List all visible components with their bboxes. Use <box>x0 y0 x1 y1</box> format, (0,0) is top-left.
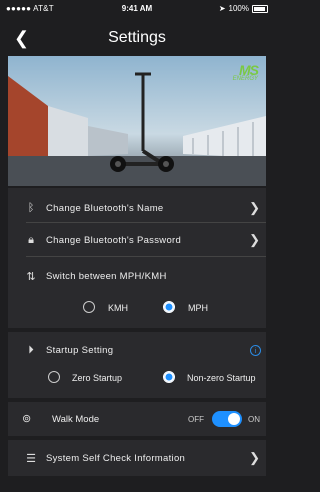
page-title: Settings <box>108 29 166 46</box>
bluetooth-section: ᛒ Change Bluetooth's Name ❯ 🔒︎ Change Bl… <box>8 188 266 328</box>
self-check-label: System Self Check Information <box>46 452 186 464</box>
walk-mode-section: ⊚ Walk Mode OFF ON <box>8 402 266 436</box>
radio-kmh[interactable] <box>83 301 95 313</box>
bluetooth-name-label: Change Bluetooth's Name <box>46 202 164 214</box>
chevron-right-icon: ❯ <box>249 200 260 215</box>
sliders-icon: ☰ <box>26 452 36 465</box>
info-icon[interactable]: i <box>250 345 261 356</box>
status-right: ➤ 100% <box>219 4 268 13</box>
radio-mph[interactable] <box>163 301 175 313</box>
brand-logo: MS ENERGY <box>232 62 259 82</box>
divider <box>26 222 266 223</box>
radio-nonzero-startup[interactable] <box>163 371 175 383</box>
nav-bar: ❮ Settings <box>0 22 274 56</box>
row-self-check[interactable]: ☰ System Self Check Information ❯ <box>8 448 266 468</box>
row-switch-units: ⇅ Switch between MPH/KMH <box>8 266 266 286</box>
switch-units-label: Switch between MPH/KMH <box>46 270 167 282</box>
kmh-label: KMH <box>108 303 128 313</box>
hero-image: MS ENERGY <box>8 56 266 186</box>
play-circle-icon: ⏵ <box>28 343 34 356</box>
status-bar: ●●●●● AT&T 9:41 AM ➤ 100% <box>0 0 274 18</box>
scooter-illustration <box>8 56 266 186</box>
walk-mode-label: Walk Mode <box>52 414 100 425</box>
battery-percent: 100% <box>228 4 249 13</box>
row-bluetooth-password[interactable]: 🔒︎ Change Bluetooth's Password ❯ <box>8 230 266 250</box>
startup-section: ⏵ Startup Setting i Zero Startup Non-zer… <box>8 332 266 398</box>
chevron-right-icon: ❯ <box>249 450 260 465</box>
divider <box>26 256 266 257</box>
swap-arrows-icon: ⇅ <box>26 270 36 283</box>
row-startup-setting: ⏵ Startup Setting <box>8 340 266 360</box>
zero-startup-label: Zero Startup <box>72 373 123 383</box>
bluetooth-icon: ᛒ <box>27 202 35 214</box>
chevron-right-icon: ❯ <box>249 232 260 247</box>
mph-label: MPH <box>188 303 208 313</box>
row-bluetooth-name[interactable]: ᛒ Change Bluetooth's Name ❯ <box>8 198 266 218</box>
self-check-section: ☰ System Self Check Information ❯ <box>8 440 266 476</box>
bluetooth-password-label: Change Bluetooth's Password <box>46 234 182 246</box>
radio-zero-startup[interactable] <box>48 371 60 383</box>
on-label: ON <box>248 415 260 424</box>
off-label: OFF <box>188 415 204 424</box>
nonzero-startup-label: Non-zero Startup <box>187 373 256 383</box>
startup-setting-label: Startup Setting <box>46 344 114 356</box>
walk-mode-icon: ⊚ <box>22 413 32 425</box>
brand-logo-energy: ENERGY <box>232 76 258 82</box>
battery-icon <box>252 4 268 13</box>
walk-mode-toggle[interactable] <box>212 411 242 427</box>
location-icon: ➤ <box>218 4 226 13</box>
lock-icon: 🔒︎ <box>28 233 34 246</box>
